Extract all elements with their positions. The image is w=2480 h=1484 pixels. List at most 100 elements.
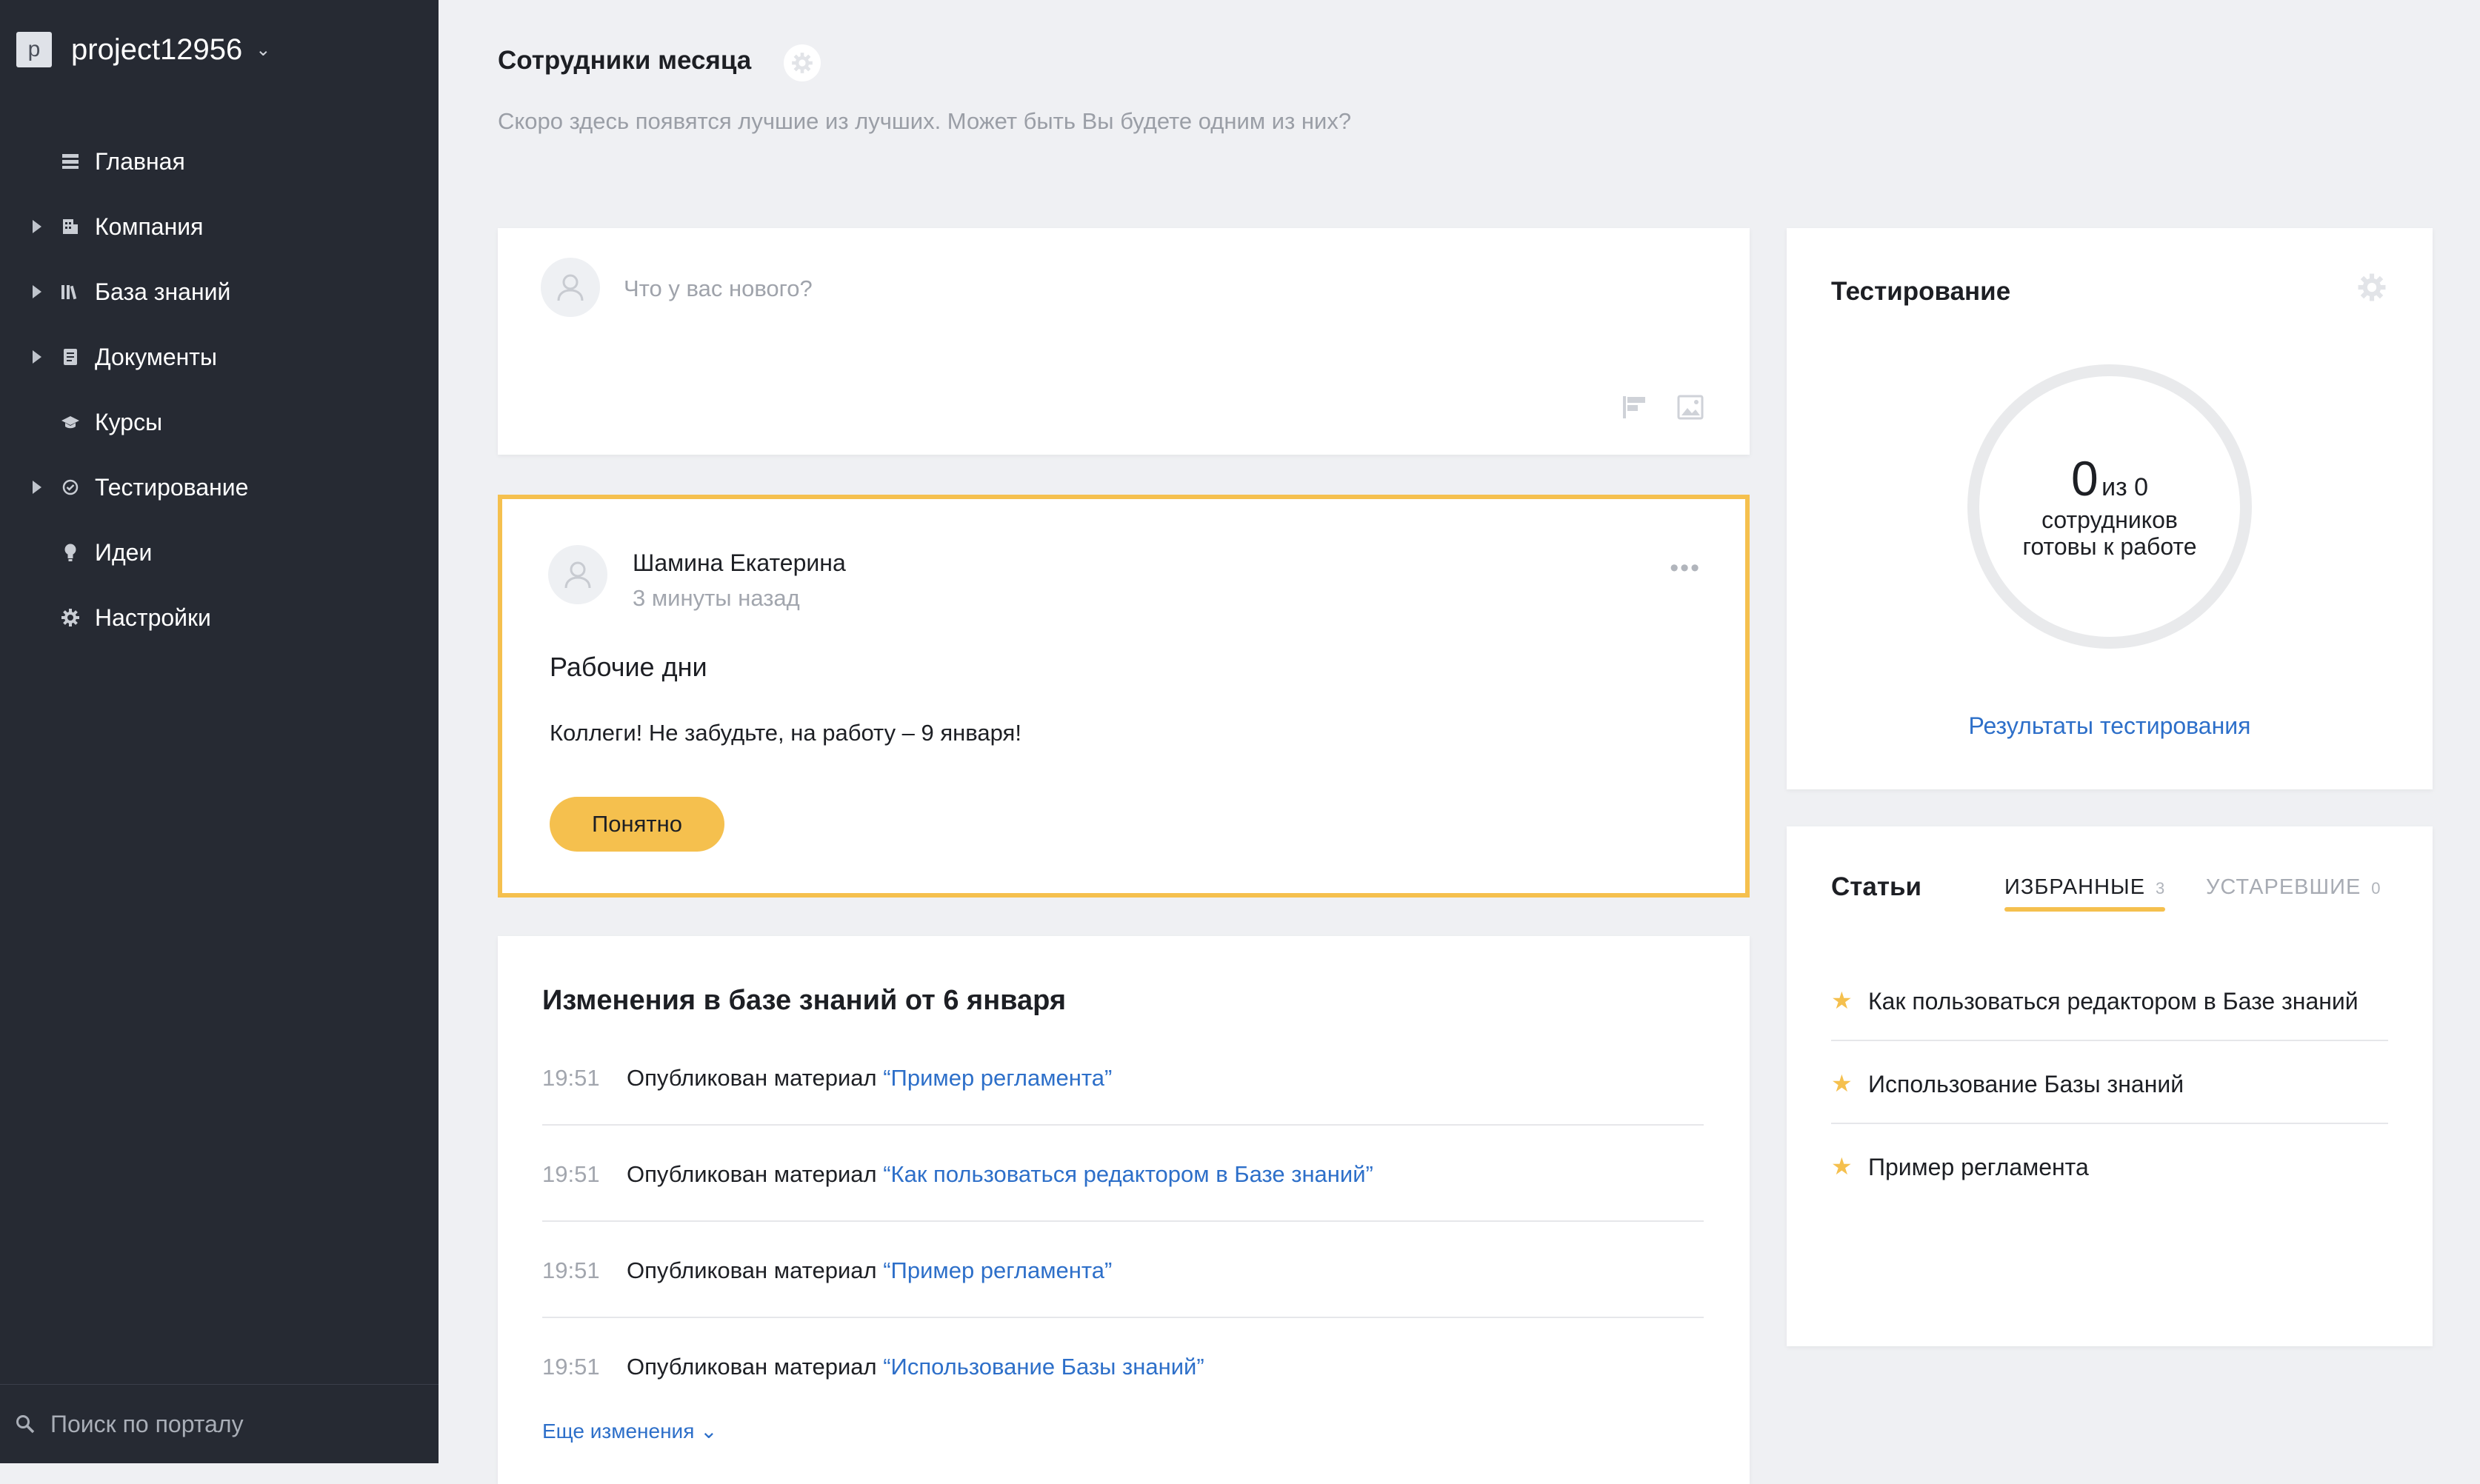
sidebar-item-label: Курсы: [95, 408, 163, 435]
tab-favorites[interactable]: ИЗБРАННЫЕ 3: [2004, 875, 2166, 912]
sidebar-item-settings[interactable]: Настройки: [0, 585, 439, 650]
announcement-card: Шамина Екатерина 3 минуты назад ••• Рабо…: [498, 495, 1750, 898]
sidebar: p project12956 ⌄ Главная Компания База з…: [0, 0, 439, 1463]
sidebar-item-documents[interactable]: Документы: [0, 324, 439, 390]
lightbulb-icon: [59, 541, 81, 564]
sidebar-item-company[interactable]: Компания: [0, 194, 439, 259]
sidebar-item-label: Главная: [95, 147, 185, 175]
gear-icon: [59, 606, 81, 629]
change-link[interactable]: “Пример регламента”: [883, 1065, 1112, 1091]
test-results-link[interactable]: Результаты тестирования: [1787, 712, 2433, 740]
article-title[interactable]: Пример регламента: [1868, 1154, 2089, 1181]
page-title: Сотрудники месяца: [498, 46, 752, 75]
gear-icon: [792, 53, 813, 73]
testing-card: Тестирование 0 из 0 сотрудников готовы к…: [1787, 228, 2433, 789]
tab-outdated[interactable]: УСТАРЕВШИЕ 0: [2206, 875, 2381, 900]
change-link[interactable]: “Пример регламента”: [883, 1257, 1112, 1283]
month-settings-button[interactable]: [784, 44, 821, 81]
ring-text: 0 из 0 сотрудников готовы к работе: [1964, 450, 2255, 560]
post-text: Коллеги! Не забудьте, на работу – 9 янва…: [550, 720, 1021, 746]
star-icon[interactable]: ★: [1831, 1152, 1853, 1180]
change-time: 19:51: [542, 1161, 600, 1187]
sidebar-item-label: Идеи: [95, 538, 153, 566]
search-input[interactable]: Поиск по порталу: [50, 1411, 244, 1438]
change-row: 19:51 Опубликован материал “Пример регла…: [542, 1220, 1704, 1318]
expand-arrow-icon[interactable]: [33, 481, 41, 494]
chevron-down-icon: ⌄: [700, 1420, 718, 1443]
tab-count: 3: [2156, 879, 2166, 898]
change-link[interactable]: “Как пользоваться редактором в Базе знан…: [883, 1161, 1373, 1187]
document-icon: [59, 346, 81, 368]
article-item[interactable]: ★ Использование Базы знаний: [1831, 1040, 2388, 1124]
knowledge-changes-card: Изменения в базе знаний от 6 января 19:5…: [498, 936, 1750, 1484]
sidebar-item-label: Документы: [95, 343, 217, 370]
star-icon[interactable]: ★: [1831, 1069, 1853, 1097]
article-title[interactable]: Как пользоваться редактором в Базе знани…: [1868, 988, 2359, 1015]
post-composer: Что у вас нового?: [498, 228, 1750, 455]
avatar: [541, 258, 600, 317]
tab-label: ИЗБРАННЫЕ: [2004, 875, 2146, 899]
composer-input[interactable]: Что у вас нового?: [624, 275, 813, 302]
sidebar-item-courses[interactable]: Курсы: [0, 390, 439, 455]
expand-arrow-icon[interactable]: [33, 285, 41, 298]
sidebar-item-knowledge-base[interactable]: База знаний: [0, 259, 439, 324]
sidebar-item-label: База знаний: [95, 278, 231, 305]
post-time: 3 минуты назад: [633, 585, 800, 611]
post-title: Рабочие дни: [550, 652, 707, 682]
more-changes-link[interactable]: Еще изменения ⌄: [542, 1419, 718, 1443]
change-text: Опубликован материал “Использование Базы…: [627, 1354, 1204, 1380]
check-circle-icon: [59, 476, 81, 498]
article-item[interactable]: ★ Как пользоваться редактором в Базе зна…: [1831, 957, 2388, 1041]
project-name: project12956: [71, 33, 243, 66]
article-title[interactable]: Использование Базы знаний: [1868, 1071, 2184, 1098]
sidebar-item-home[interactable]: Главная: [0, 129, 439, 194]
change-action: Опубликован материал: [627, 1354, 877, 1380]
sidebar-item-ideas[interactable]: Идеи: [0, 520, 439, 585]
change-time: 19:51: [542, 1257, 600, 1283]
sidebar-item-label: Настройки: [95, 604, 211, 631]
change-text: Опубликован материал “Пример регламента”: [627, 1065, 1112, 1092]
user-icon: [557, 274, 584, 301]
project-logo: p: [16, 32, 52, 67]
sidebar-item-testing[interactable]: Тестирование: [0, 455, 439, 520]
sidebar-item-label: Тестирование: [95, 473, 249, 501]
acknowledge-button[interactable]: Понятно: [550, 797, 724, 852]
change-link[interactable]: “Использование Базы знаний”: [883, 1354, 1204, 1380]
more-options-icon[interactable]: •••: [1670, 554, 1701, 583]
change-text: Опубликован материал “Как пользоваться р…: [627, 1161, 1373, 1188]
change-row: 19:51 Опубликован материал “Как пользова…: [542, 1124, 1704, 1222]
ready-count: 0: [2070, 451, 2099, 506]
page-subtitle: Скоро здесь появятся лучшие из лучших. М…: [498, 108, 1352, 134]
project-switcher[interactable]: p project12956 ⌄: [16, 30, 270, 70]
change-action: Опубликован материал: [627, 1065, 877, 1091]
testing-title: Тестирование: [1831, 277, 2011, 306]
testing-settings-button[interactable]: [2356, 271, 2388, 304]
more-changes-label: Еще изменения: [542, 1420, 695, 1443]
image-icon[interactable]: [1676, 392, 1705, 422]
change-time: 19:51: [542, 1065, 600, 1091]
ring-label-line2: готовы к работе: [2022, 533, 2197, 560]
gear-icon: [2358, 273, 2386, 301]
change-text: Опубликован материал “Пример регламента”: [627, 1257, 1112, 1284]
books-icon: [59, 281, 81, 303]
chevron-down-icon: ⌄: [256, 39, 271, 60]
expand-arrow-icon[interactable]: [33, 220, 41, 233]
article-item[interactable]: ★ Пример регламента: [1831, 1123, 2388, 1206]
avatar: [548, 545, 607, 604]
sidebar-nav: Главная Компания База знаний Документы К…: [0, 129, 439, 650]
user-icon: [564, 561, 591, 589]
change-time: 19:51: [542, 1354, 600, 1380]
tab-label: УСТАРЕВШИЕ: [2206, 875, 2361, 899]
tab-count: 0: [2371, 879, 2381, 898]
post-author[interactable]: Шамина Екатерина: [633, 549, 846, 577]
change-action: Опубликован материал: [627, 1161, 877, 1187]
star-icon[interactable]: ★: [1831, 986, 1853, 1015]
change-action: Опубликован материал: [627, 1257, 877, 1283]
list-icon: [59, 150, 81, 173]
graduation-cap-icon: [59, 411, 81, 433]
portal-search[interactable]: Поиск по порталу: [0, 1384, 439, 1463]
sidebar-item-label: Компания: [95, 213, 204, 240]
poll-icon[interactable]: [1619, 392, 1649, 422]
building-icon: [59, 215, 81, 238]
expand-arrow-icon[interactable]: [33, 350, 41, 364]
